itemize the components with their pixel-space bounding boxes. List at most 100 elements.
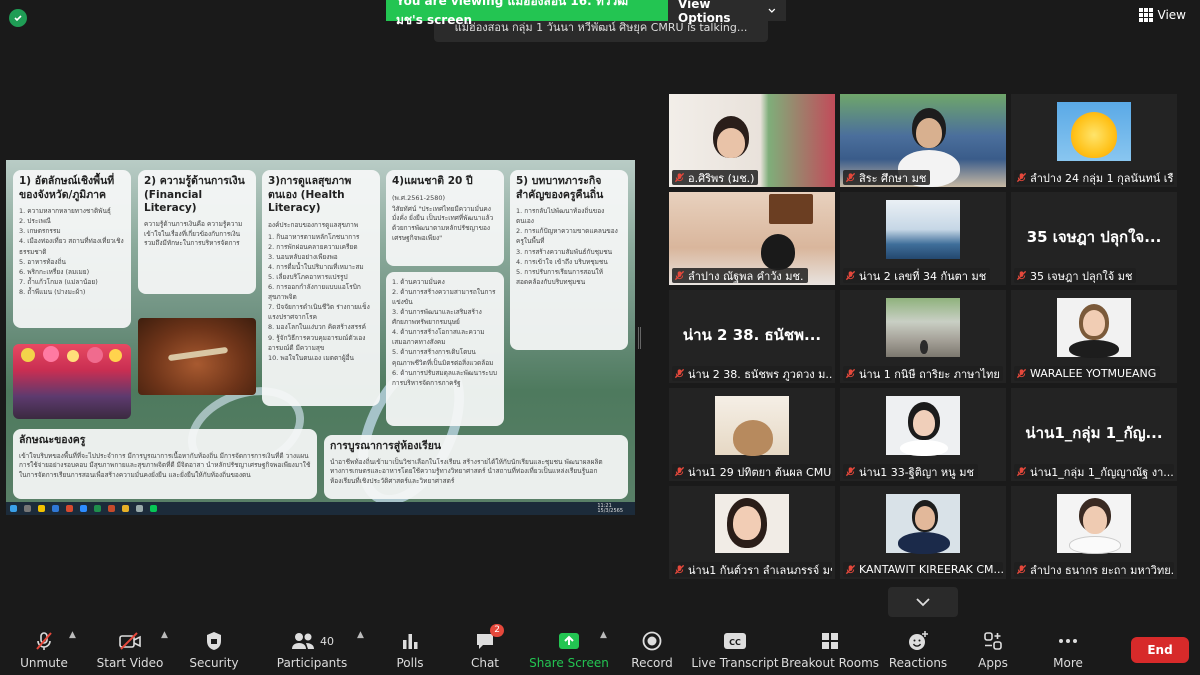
- list-item: 7. ถ้ำแก้วโกมล (แม่ลาน้อย): [19, 277, 98, 286]
- participant-name-label: WARALEE YOTMUEANG: [1014, 366, 1161, 381]
- participant-name: น่าน 1 กนิษี ถาริยะ ภาษาไทย ...: [859, 367, 1003, 381]
- participant-name: KANTAWIT KIREERAK CM...: [859, 563, 1003, 576]
- list-item: 5. ด้านการสร้างการเติบโตบนคุณภาพชีวิตที่…: [392, 348, 494, 367]
- chevron-down-icon: [916, 597, 930, 606]
- card-body: ความรู้ด้านการเงินคือ ความรู้ความเข้าใจใ…: [144, 219, 243, 248]
- share-options-caret-icon[interactable]: ▲: [600, 630, 607, 640]
- viewing-banner: You are viewing แม่ฮ่องสอน 16. ทวีวัฒ มช…: [386, 0, 786, 27]
- mic-off-icon: [674, 172, 685, 183]
- participant-tile[interactable]: น่าน 1 กนิษี ถาริยะ ภาษาไทย ...: [840, 290, 1006, 383]
- mic-off-icon: [674, 466, 685, 477]
- participant-tile[interactable]: น่าน 2 38. ธนัชพ... น่าน 2 38. ธนัชพร ภู…: [669, 290, 835, 383]
- mic-off-icon: [845, 172, 856, 183]
- participant-name-label: 35 เจษฎา ปลุกใจ้ มช: [1014, 268, 1137, 283]
- powerpoint-icon: [108, 505, 115, 512]
- participant-tile[interactable]: ลำปาง ธนากร ยะถา มหาวิทย...: [1011, 486, 1177, 579]
- card-list: 1. ความหลากหลายทางชาติพันธุ์ 2. ประเพณี …: [19, 206, 125, 297]
- share-screen-label: Share Screen: [529, 656, 609, 670]
- more-dots-icon: [1059, 639, 1077, 643]
- live-transcript-button[interactable]: CC Live Transcript: [691, 628, 779, 670]
- participant-name-label: น่าน1 29 ปทิตยา ต้นผล CMU: [672, 464, 832, 479]
- mic-off-icon: [1016, 172, 1027, 183]
- audio-options-caret-icon[interactable]: ▲: [69, 630, 76, 640]
- participant-big-name: น่าน 2 38. ธนัชพ...: [682, 326, 822, 344]
- list-item: 4. เมืองท่องเที่ยว สถานที่ท่องเที่ยวเชิง…: [19, 237, 124, 256]
- card-national-plan: 4)แผนชาติ 20 ปี (พ.ศ.2561-2580) วิสัยทัศ…: [386, 170, 504, 266]
- participant-tile[interactable]: สิระ ศึกษา มช: [840, 94, 1006, 187]
- participants-caret-icon[interactable]: ▲: [357, 630, 364, 640]
- view-button[interactable]: View: [1138, 8, 1186, 22]
- encryption-shield-icon[interactable]: [9, 9, 27, 27]
- view-options-label: View Options: [678, 0, 731, 25]
- participant-tile[interactable]: ลำปาง ณัฐพล คำวัง มช.: [669, 192, 835, 285]
- list-item: 1. ความหลากหลายทางชาติพันธุ์: [19, 207, 111, 216]
- participant-tile[interactable]: น่าน1 33-ฐิติญา หนู มช: [840, 388, 1006, 481]
- more-button[interactable]: More: [1024, 628, 1112, 670]
- list-item: 1. กินอาหารตามหลักโภชนาการ: [268, 232, 360, 241]
- list-item: 2. การพักผ่อนคลายความเครียด: [268, 242, 358, 251]
- list-item: 5. เลี่ยงบริโภคอาหารแปรรูป: [268, 273, 348, 282]
- list-item: 4. การเข้าใจ เข้าถึง บริบทชุมชน: [516, 257, 608, 266]
- participant-tile[interactable]: น่าน1 29 ปทิตยา ต้นผล CMU: [669, 388, 835, 481]
- participant-name: น่าน 2 เลขที่ 34 กันตา มช: [859, 269, 987, 283]
- archaeology-photo: [138, 318, 256, 395]
- end-meeting-button[interactable]: End: [1131, 637, 1189, 663]
- closed-caption-icon: CC: [724, 633, 746, 649]
- unmute-label: Unmute: [20, 656, 68, 670]
- participants-button[interactable]: 40 Participants: [268, 628, 356, 670]
- breakout-rooms-button[interactable]: Breakout Rooms: [781, 628, 879, 670]
- participant-tile[interactable]: น่าน 2 เลขที่ 34 กันตา มช: [840, 192, 1006, 285]
- participant-tile[interactable]: 35 เจษฎา ปลุกใจ... 35 เจษฎา ปลุกใจ้ มช: [1011, 192, 1177, 285]
- participant-tile[interactable]: WARALEE YOTMUEANG: [1011, 290, 1177, 383]
- security-button[interactable]: Security: [170, 628, 258, 670]
- panel-splitter-handle[interactable]: [638, 327, 641, 349]
- video-options-caret-icon[interactable]: ▲: [161, 630, 168, 640]
- card-title: การบูรณาการสู่ห้องเรียน: [330, 440, 442, 452]
- participant-tile[interactable]: ลำปาง 24 กลุ่ม 1 กุลนันทน์ เรื...: [1011, 94, 1177, 187]
- card-subtitle: องค์ประกอบของการดูแลสุขภาพ: [268, 220, 359, 229]
- card-financial-literacy: 2) ความรู้ด้านการเงิน (Financial Literac…: [138, 170, 256, 294]
- participant-tile[interactable]: อ.ศิริพร (มช.): [669, 94, 835, 187]
- participant-name: ลำปาง 24 กลุ่ม 1 กุลนันทน์ เรื...: [1030, 171, 1174, 185]
- mic-off-icon: [674, 270, 685, 281]
- participants-count: 40: [320, 634, 334, 648]
- shared-screen: 1) อัตลักษณ์เชิงพื้นที่ของจังหวัด/ภูมิภา…: [6, 160, 635, 515]
- card-list: 1. ด้านความมั่นคง 2. ด้านการสร้างความสาม…: [392, 277, 498, 388]
- participant-big-name: น่าน1_กลุ่ม 1_กัญ...: [1025, 424, 1163, 442]
- participant-name-label: อ.ศิริพร (มช.): [672, 170, 759, 185]
- participant-name: น่าน1 33-ฐิติญา หนู มช: [859, 465, 974, 479]
- participant-video: [886, 298, 960, 357]
- participant-tile[interactable]: KANTAWIT KIREERAK CM...: [840, 486, 1006, 579]
- view-options-button[interactable]: View Options: [668, 0, 786, 25]
- windows-taskbar: 11:21 15/3/2565: [6, 502, 635, 515]
- viewing-screen-text: You are viewing แม่ฮ่องสอน 16. ทวีวัฒ มช…: [386, 0, 668, 27]
- meeting-toolbar: Unmute ▲ Start Video ▲ Security 40 Parti…: [0, 622, 1200, 675]
- chat-button[interactable]: 2 Chat: [441, 624, 529, 670]
- participant-tile[interactable]: น่าน1_กลุ่ม 1_กัญ... น่าน1_กลุ่ม 1_กัญญา…: [1011, 388, 1177, 481]
- card-title: 4)แผนชาติ 20 ปี: [392, 175, 473, 187]
- video-off-icon: [119, 632, 141, 650]
- gallery-next-page-button[interactable]: [888, 587, 958, 617]
- record-button[interactable]: Record: [608, 628, 696, 670]
- card-list: 1. การกลับไปพัฒนาท้องถิ่นของตนเอง 2. การ…: [516, 206, 622, 287]
- mic-off-icon: [845, 368, 856, 379]
- participant-name-label: น่าน1 33-ฐิติญา หนู มช: [843, 464, 978, 479]
- list-item: 4. ด้านการสร้างโอกาสและความเสมอภาคทางสัง…: [392, 328, 485, 347]
- zoom-meeting-window: แม่ฮ่องสอน กลุ่ม 1 วันนา หวีพัฒน์ ศิษยุค…: [0, 0, 1200, 675]
- list-item: 6. พริกกะเหรี่ยง (ลมเมย): [19, 267, 90, 276]
- participant-name-label: ลำปาง ณัฐพล คำวัง มช.: [672, 268, 808, 283]
- card-health-literacy: 3)การดูแลสุขภาพตนเอง (Health Literacy) อ…: [262, 170, 380, 406]
- participant-name-label: น่าน 1 กนิษี ถาริยะ ภาษาไทย ...: [843, 366, 1003, 381]
- mic-off-icon: [674, 368, 685, 379]
- participant-name: WARALEE YOTMUEANG: [1030, 367, 1157, 380]
- mic-off-icon: [845, 270, 856, 281]
- participant-tile[interactable]: น่าน1 กันต์วรา ลำเลนภรรจ์ มช.: [669, 486, 835, 579]
- windows-start-icon: [10, 505, 17, 512]
- settings-icon: [136, 505, 143, 512]
- folder-icon: [38, 505, 45, 512]
- participant-name-label: ลำปาง 24 กลุ่ม 1 กุลนันทน์ เรื...: [1014, 170, 1174, 185]
- mic-off-icon: [845, 564, 856, 575]
- mic-off-icon: [1016, 564, 1027, 575]
- end-label: End: [1147, 643, 1173, 657]
- participant-name: น่าน 2 38. ธนัชพร ภูวดวง ม...: [688, 367, 832, 381]
